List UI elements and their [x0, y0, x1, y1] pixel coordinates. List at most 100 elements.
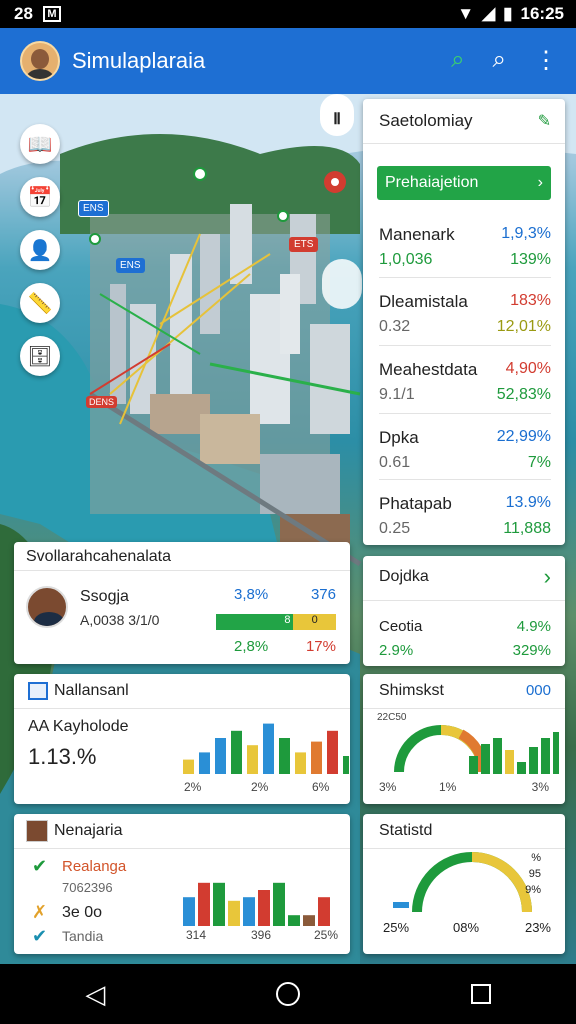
search-icon[interactable]: ⌕ [493, 46, 506, 75]
stat-row[interactable]: Manenark 1,0,036 1,9,3% 139% [379, 211, 551, 277]
more-vert-icon[interactable]: ⋮ [534, 46, 558, 75]
gauge-bar [393, 902, 409, 908]
edit-icon[interactable]: ✎ [538, 111, 551, 131]
axis-tick: 314 [186, 928, 207, 942]
calendar-icon[interactable]: 📅 [20, 177, 60, 217]
task-item[interactable]: Realanga [62, 858, 126, 875]
axis-tick: 3% [531, 780, 549, 794]
map-label[interactable]: ETS [289, 237, 319, 252]
metric: 4.9% [516, 618, 551, 635]
map-label[interactable]: ENS [116, 258, 145, 273]
card-title: Svollarahcahenalata [26, 548, 171, 565]
panel-title: Saetolomiay [379, 111, 473, 130]
gauge-chart [412, 852, 532, 913]
chevron-right-icon[interactable]: › [544, 564, 551, 590]
analytics-card[interactable]: Nallansanl AA Kayholode 1.13.% 2% 2% 6% [14, 674, 350, 804]
wifi-icon: ▼ [457, 4, 475, 23]
chart-bar [469, 756, 478, 774]
axis-tick: 396 [251, 928, 272, 942]
home-icon[interactable] [275, 982, 300, 1006]
stat-row[interactable]: Phatapab 0.25 13.9% 11,888 [379, 479, 551, 545]
profile-icon[interactable]: 👤 [20, 230, 60, 270]
axis-tick: 25% [314, 928, 339, 942]
avatar[interactable] [20, 41, 60, 81]
task-item[interactable]: Tandia [62, 928, 103, 944]
chart-bar [183, 759, 194, 774]
avatar [26, 820, 48, 842]
chart-bar [303, 915, 315, 926]
chart-bar [183, 897, 195, 926]
card-subtitle: AA Kayholode [28, 718, 129, 735]
chart-bar [318, 897, 330, 926]
stat-row[interactable]: Dleamistala 0.32 183% 12,01% [379, 277, 551, 343]
summary-card[interactable]: Dojdka › Ceotia 4.9% 2.9% 329% [363, 556, 565, 666]
notification-icon: M [42, 6, 61, 22]
layers-icon[interactable]: 🗄 [20, 336, 60, 376]
status-left-text: 28 [14, 4, 33, 23]
axis-tick: 6% [312, 780, 330, 794]
app-bar: Simulaplaraia ⌕ ⌕ ⋮ [0, 28, 576, 94]
chart-bar [529, 747, 538, 774]
metric-1: 3,8% [234, 586, 269, 603]
chart-bar [517, 762, 526, 774]
map-label[interactable]: ENS [78, 200, 109, 217]
axis-label: 95 [528, 868, 541, 880]
axis-label: % [531, 852, 541, 864]
map-label[interactable]: DENS [86, 396, 118, 408]
axis-tick: 2% [251, 780, 269, 794]
chart-bar [213, 882, 225, 926]
info-pin-icon[interactable]: Ⅱ [320, 102, 354, 136]
axis-label: 9% [525, 884, 541, 896]
axis-tick: 25% [383, 920, 410, 935]
axis-tick: 2% [184, 780, 202, 794]
chart-bar [273, 882, 285, 926]
chart-bar [258, 890, 270, 926]
task-item[interactable]: 7062396 [62, 880, 113, 895]
card-title: Nenajaria [54, 822, 123, 839]
axis-tick: 1% [439, 780, 457, 794]
person-sub: A,0038 3/1/0 [80, 612, 160, 628]
bar-chart [183, 723, 349, 774]
clock: 16:25 [520, 4, 564, 23]
metric-3: 2,8% [234, 638, 269, 655]
recents-icon[interactable] [470, 984, 491, 1004]
chart-bar [231, 730, 242, 774]
metric-2: 376 [310, 586, 336, 603]
chart-bar [243, 897, 255, 926]
book-icon[interactable]: 📖 [20, 124, 60, 164]
axis-tick: 23% [524, 920, 551, 935]
metric: 329% [512, 642, 551, 659]
chart-bar [311, 741, 322, 774]
signal-icon: ◢ [482, 4, 496, 23]
tasks-card[interactable]: Nenajaria ✔ Realanga 7062396 ✗ 3e 0o ✔ T… [14, 814, 350, 954]
task-item[interactable]: 3e 0o [62, 904, 102, 922]
battery-icon: ▮ [503, 4, 513, 23]
statistics-card[interactable]: Statistd % 95 9% 25% 08% 23% [363, 814, 565, 954]
axis-tick: 08% [453, 920, 480, 935]
chart-bar [295, 752, 306, 774]
cross-icon: ✗ [32, 902, 48, 922]
progress-bar: 8 0 [216, 614, 336, 630]
system-nav-bar: ◁ [0, 964, 576, 1024]
metric: 2.9% [379, 642, 414, 659]
person-name: Ssogja [80, 588, 129, 605]
chart-bar [505, 750, 514, 774]
bar-chart [183, 882, 330, 926]
label: Ceotia [379, 618, 423, 635]
search-icon-green[interactable]: ⌕ [451, 46, 464, 75]
chart-bar [279, 738, 290, 774]
stat-row[interactable]: Dpka 0.61 22,99% 7% [379, 413, 551, 479]
gauge-card[interactable]: Shimskst 000 22C50 3% 1% 3% [363, 674, 565, 804]
stat-row[interactable]: Meahestdata 9.1/1 4,90% 52,83% [379, 345, 551, 411]
chart-bar [247, 745, 258, 774]
ruler-icon[interactable]: 📏 [20, 283, 60, 323]
status-bar: 28 M ▼ ◢ ▮ 16:25 [0, 0, 576, 28]
chart-bar [215, 738, 226, 774]
back-icon[interactable]: ◁ [85, 979, 105, 1010]
chart-bar [263, 723, 274, 774]
chart-bar [199, 752, 210, 774]
projection-button[interactable]: Prehaiajetion › [377, 166, 551, 200]
person-avatar [26, 586, 68, 628]
profile-card[interactable]: Svollarahcahenalata Ssogja A,0038 3/1/0 … [14, 542, 350, 664]
chart-bar [493, 738, 502, 774]
